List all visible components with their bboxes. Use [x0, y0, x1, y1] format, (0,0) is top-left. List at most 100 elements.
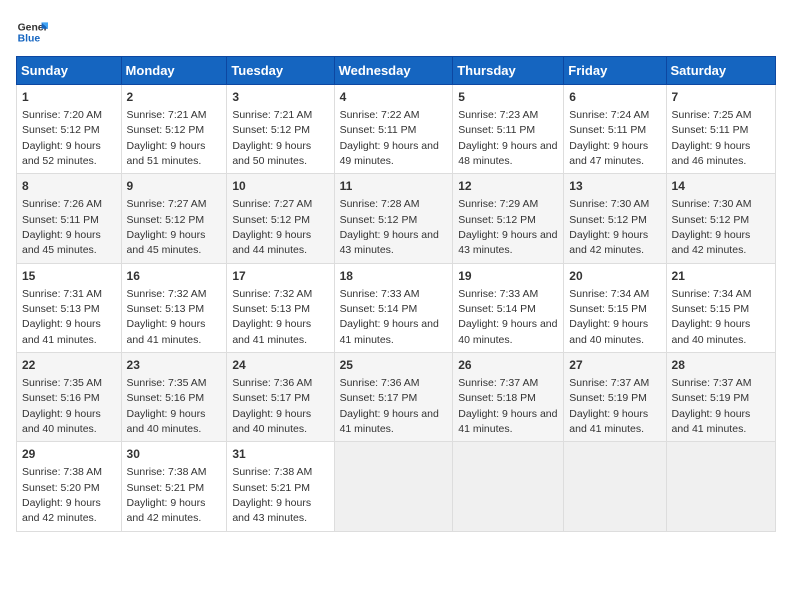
- calendar-cell: 8 Sunrise: 7:26 AMSunset: 5:11 PMDaylight…: [17, 174, 122, 263]
- day-number: 26: [458, 357, 558, 374]
- day-number: 21: [672, 268, 770, 285]
- calendar-cell: 18 Sunrise: 7:33 AMSunset: 5:14 PMDayligh…: [334, 263, 453, 352]
- day-number: 13: [569, 178, 660, 195]
- day-info: Sunrise: 7:36 AMSunset: 5:17 PMDaylight:…: [232, 377, 312, 435]
- calendar-cell: 7Sunrise: 7:25 AMSunset: 5:11 PMDaylight…: [666, 85, 775, 174]
- day-info: Sunrise: 7:36 AMSunset: 5:17 PMDaylight:…: [340, 377, 439, 435]
- day-info: Sunrise: 7:37 AMSunset: 5:18 PMDaylight:…: [458, 377, 557, 435]
- day-number: 28: [672, 357, 770, 374]
- calendar-cell: [453, 442, 564, 531]
- calendar-cell: 22 Sunrise: 7:35 AMSunset: 5:16 PMDayligh…: [17, 353, 122, 442]
- day-info: Sunrise: 7:32 AMSunset: 5:13 PMDaylight:…: [232, 288, 312, 346]
- calendar-cell: 27Sunrise: 7:37 AMSunset: 5:19 PMDayligh…: [564, 353, 666, 442]
- day-header-monday: Monday: [121, 57, 227, 85]
- day-info: Sunrise: 7:32 AMSunset: 5:13 PMDaylight:…: [127, 288, 207, 346]
- day-number: 5: [458, 89, 558, 106]
- day-header-tuesday: Tuesday: [227, 57, 334, 85]
- calendar-cell: 12 Sunrise: 7:29 AMSunset: 5:12 PMDayligh…: [453, 174, 564, 263]
- day-header-friday: Friday: [564, 57, 666, 85]
- day-info: Sunrise: 7:23 AMSunset: 5:11 PMDaylight:…: [458, 109, 557, 167]
- day-info: Sunrise: 7:38 AMSunset: 5:21 PMDaylight:…: [232, 466, 312, 524]
- calendar-cell: [334, 442, 453, 531]
- day-number: 19: [458, 268, 558, 285]
- calendar-cell: 31Sunrise: 7:38 AMSunset: 5:21 PMDayligh…: [227, 442, 334, 531]
- day-info: Sunrise: 7:35 AMSunset: 5:16 PMDaylight:…: [127, 377, 207, 435]
- day-number: 17: [232, 268, 328, 285]
- day-number: 30: [127, 446, 222, 463]
- day-number: 20: [569, 268, 660, 285]
- calendar-week-row: 22 Sunrise: 7:35 AMSunset: 5:16 PMDayligh…: [17, 353, 776, 442]
- day-number: 2: [127, 89, 222, 106]
- calendar-cell: 14Sunrise: 7:30 AMSunset: 5:12 PMDayligh…: [666, 174, 775, 263]
- calendar-cell: 5 Sunrise: 7:23 AMSunset: 5:11 PMDaylight…: [453, 85, 564, 174]
- logo: General Blue: [16, 16, 48, 48]
- day-number: 10: [232, 178, 328, 195]
- calendar-cell: 17 Sunrise: 7:32 AMSunset: 5:13 PMDayligh…: [227, 263, 334, 352]
- day-info: Sunrise: 7:33 AMSunset: 5:14 PMDaylight:…: [340, 288, 439, 346]
- day-info: Sunrise: 7:20 AMSunset: 5:12 PMDaylight:…: [22, 109, 102, 167]
- calendar-cell: 9 Sunrise: 7:27 AMSunset: 5:12 PMDaylight…: [121, 174, 227, 263]
- day-number: 6: [569, 89, 660, 106]
- calendar-cell: 2 Sunrise: 7:21 AMSunset: 5:12 PMDaylight…: [121, 85, 227, 174]
- calendar-cell: 28 Sunrise: 7:37 AMSunset: 5:19 PMDayligh…: [666, 353, 775, 442]
- day-number: 8: [22, 178, 116, 195]
- day-number: 23: [127, 357, 222, 374]
- calendar-cell: 30 Sunrise: 7:38 AMSunset: 5:21 PMDayligh…: [121, 442, 227, 531]
- day-number: 9: [127, 178, 222, 195]
- day-info: Sunrise: 7:38 AMSunset: 5:21 PMDaylight:…: [127, 466, 207, 524]
- calendar-cell: 19 Sunrise: 7:33 AMSunset: 5:14 PMDayligh…: [453, 263, 564, 352]
- day-number: 3: [232, 89, 328, 106]
- calendar-cell: 24 Sunrise: 7:36 AMSunset: 5:17 PMDayligh…: [227, 353, 334, 442]
- day-number: 1: [22, 89, 116, 106]
- day-info: Sunrise: 7:27 AMSunset: 5:12 PMDaylight:…: [232, 198, 312, 256]
- calendar-cell: 1 Sunrise: 7:20 AMSunset: 5:12 PMDaylight…: [17, 85, 122, 174]
- day-number: 24: [232, 357, 328, 374]
- day-info: Sunrise: 7:30 AMSunset: 5:12 PMDaylight:…: [569, 198, 649, 256]
- svg-text:Blue: Blue: [18, 34, 41, 45]
- calendar-cell: 6 Sunrise: 7:24 AMSunset: 5:11 PMDaylight…: [564, 85, 666, 174]
- day-number: 12: [458, 178, 558, 195]
- day-info: Sunrise: 7:31 AMSunset: 5:13 PMDaylight:…: [22, 288, 102, 346]
- day-info: Sunrise: 7:29 AMSunset: 5:12 PMDaylight:…: [458, 198, 557, 256]
- day-header-saturday: Saturday: [666, 57, 775, 85]
- day-info: Sunrise: 7:34 AMSunset: 5:15 PMDaylight:…: [569, 288, 649, 346]
- calendar-cell: 16Sunrise: 7:32 AMSunset: 5:13 PMDayligh…: [121, 263, 227, 352]
- day-number: 25: [340, 357, 448, 374]
- day-info: Sunrise: 7:22 AMSunset: 5:11 PMDaylight:…: [340, 109, 439, 167]
- day-header-sunday: Sunday: [17, 57, 122, 85]
- calendar-cell: 15 Sunrise: 7:31 AMSunset: 5:13 PMDayligh…: [17, 263, 122, 352]
- day-info: Sunrise: 7:28 AMSunset: 5:12 PMDaylight:…: [340, 198, 439, 256]
- day-header-wednesday: Wednesday: [334, 57, 453, 85]
- day-info: Sunrise: 7:27 AMSunset: 5:12 PMDaylight:…: [127, 198, 207, 256]
- day-info: Sunrise: 7:35 AMSunset: 5:16 PMDaylight:…: [22, 377, 102, 435]
- day-info: Sunrise: 7:21 AMSunset: 5:12 PMDaylight:…: [127, 109, 207, 167]
- day-number: 29: [22, 446, 116, 463]
- day-info: Sunrise: 7:26 AMSunset: 5:11 PMDaylight:…: [22, 198, 102, 256]
- calendar-cell: 20 Sunrise: 7:34 AMSunset: 5:15 PMDayligh…: [564, 263, 666, 352]
- day-info: Sunrise: 7:34 AMSunset: 5:15 PMDaylight:…: [672, 288, 752, 346]
- calendar-cell: 21 Sunrise: 7:34 AMSunset: 5:15 PMDayligh…: [666, 263, 775, 352]
- day-number: 7: [672, 89, 770, 106]
- logo-icon: General Blue: [16, 16, 48, 48]
- day-number: 15: [22, 268, 116, 285]
- calendar-week-row: 29Sunrise: 7:38 AMSunset: 5:20 PMDayligh…: [17, 442, 776, 531]
- day-number: 18: [340, 268, 448, 285]
- day-info: Sunrise: 7:24 AMSunset: 5:11 PMDaylight:…: [569, 109, 649, 167]
- day-info: Sunrise: 7:37 AMSunset: 5:19 PMDaylight:…: [569, 377, 649, 435]
- calendar-cell: 10 Sunrise: 7:27 AMSunset: 5:12 PMDayligh…: [227, 174, 334, 263]
- day-info: Sunrise: 7:37 AMSunset: 5:19 PMDaylight:…: [672, 377, 752, 435]
- day-info: Sunrise: 7:21 AMSunset: 5:12 PMDaylight:…: [232, 109, 312, 167]
- day-header-thursday: Thursday: [453, 57, 564, 85]
- day-info: Sunrise: 7:33 AMSunset: 5:14 PMDaylight:…: [458, 288, 557, 346]
- calendar-week-row: 8 Sunrise: 7:26 AMSunset: 5:11 PMDaylight…: [17, 174, 776, 263]
- calendar-cell: [564, 442, 666, 531]
- calendar-cell: 26 Sunrise: 7:37 AMSunset: 5:18 PMDayligh…: [453, 353, 564, 442]
- calendar-cell: 29Sunrise: 7:38 AMSunset: 5:20 PMDayligh…: [17, 442, 122, 531]
- day-number: 22: [22, 357, 116, 374]
- calendar-table: SundayMondayTuesdayWednesdayThursdayFrid…: [16, 56, 776, 532]
- calendar-cell: 4Sunrise: 7:22 AMSunset: 5:11 PMDaylight…: [334, 85, 453, 174]
- calendar-cell: 25 Sunrise: 7:36 AMSunset: 5:17 PMDayligh…: [334, 353, 453, 442]
- calendar-cell: 23 Sunrise: 7:35 AMSunset: 5:16 PMDayligh…: [121, 353, 227, 442]
- day-info: Sunrise: 7:30 AMSunset: 5:12 PMDaylight:…: [672, 198, 752, 256]
- day-number: 11: [340, 178, 448, 195]
